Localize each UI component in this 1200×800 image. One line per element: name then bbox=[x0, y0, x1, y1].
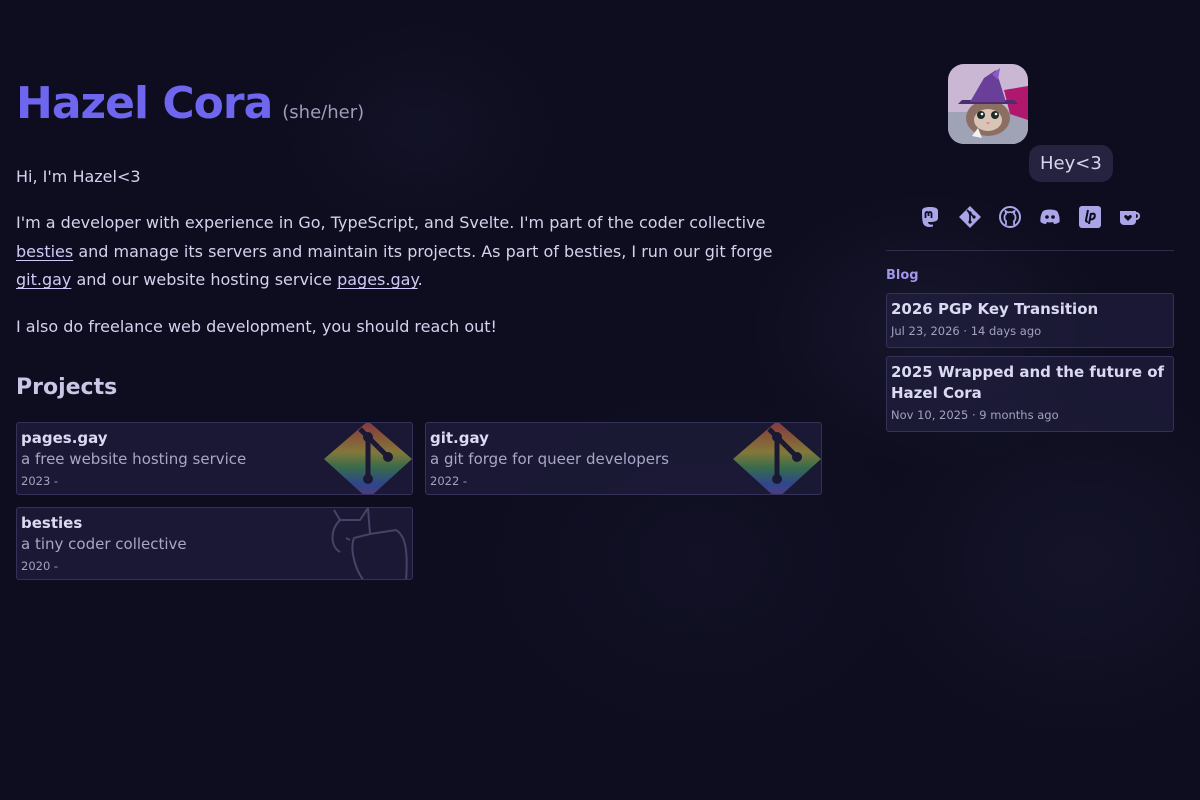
mastodon-icon[interactable] bbox=[918, 205, 942, 229]
blog-post[interactable]: 2025 Wrapped and the future of Hazel Cor… bbox=[886, 356, 1174, 432]
intro-text: and manage its servers and maintain its … bbox=[73, 241, 773, 261]
blog-post-title: 2025 Wrapped and the future of Hazel Cor… bbox=[891, 363, 1165, 402]
blog-list: 2026 PGP Key Transition Jul 23, 2026 · 1… bbox=[886, 293, 1174, 432]
intro-text: and our website hosting service bbox=[71, 270, 338, 289]
projects-heading: Projects bbox=[16, 375, 118, 400]
greeting-bubble: Hey<3 bbox=[1029, 145, 1113, 182]
header: Hazel Cora (she/her) bbox=[16, 78, 826, 129]
cat-outline-icon bbox=[331, 508, 408, 579]
social-links bbox=[918, 205, 1142, 229]
discord-icon[interactable] bbox=[1038, 205, 1062, 229]
project-card-pages-gay[interactable]: pages.gay a free website hosting service… bbox=[16, 422, 413, 495]
github-icon[interactable] bbox=[998, 205, 1022, 229]
blog-post-meta: Jul 23, 2026 · 14 days ago bbox=[891, 324, 1042, 338]
git-icon[interactable] bbox=[958, 205, 982, 229]
avatar bbox=[948, 64, 1028, 144]
divider bbox=[886, 250, 1174, 251]
blog-post[interactable]: 2026 PGP Key Transition Jul 23, 2026 · 1… bbox=[886, 293, 1174, 348]
kofi-icon[interactable] bbox=[1118, 205, 1142, 229]
pronouns: (she/her) bbox=[282, 102, 365, 123]
intro-text: . bbox=[417, 270, 423, 289]
git-gay-link[interactable]: git.gay bbox=[16, 270, 71, 289]
page-title: Hazel Cora bbox=[16, 78, 273, 129]
blog-heading: Blog bbox=[886, 268, 919, 283]
besties-link[interactable]: besties bbox=[16, 242, 73, 261]
greeting: Hi, I'm Hazel<3 bbox=[16, 167, 141, 186]
main-content: Hazel Cora (she/her) Hi, I'm Hazel<3 I'm… bbox=[16, 78, 826, 580]
pages-gay-link[interactable]: pages.gay bbox=[337, 270, 418, 289]
project-card-git-gay[interactable]: git.gay a git forge for queer developers… bbox=[425, 422, 822, 495]
git-rainbow-icon bbox=[733, 423, 821, 494]
blog-post-title: 2026 PGP Key Transition bbox=[891, 300, 1099, 318]
intro-text: I'm a developer with experience in Go, T… bbox=[16, 213, 766, 232]
freelance-paragraph: I also do freelance web development, you… bbox=[16, 316, 497, 336]
kitten-witch-avatar bbox=[948, 64, 1028, 144]
project-card-besties[interactable]: besties a tiny coder collective 2020 - bbox=[16, 507, 413, 580]
projects-grid: pages.gay a free website hosting service… bbox=[16, 422, 826, 580]
git-rainbow-icon bbox=[324, 423, 412, 494]
intro-paragraph: I'm a developer with experience in Go, T… bbox=[16, 209, 826, 295]
liberapay-icon[interactable] bbox=[1078, 205, 1102, 229]
blog-post-meta: Nov 10, 2025 · 9 months ago bbox=[891, 408, 1059, 422]
